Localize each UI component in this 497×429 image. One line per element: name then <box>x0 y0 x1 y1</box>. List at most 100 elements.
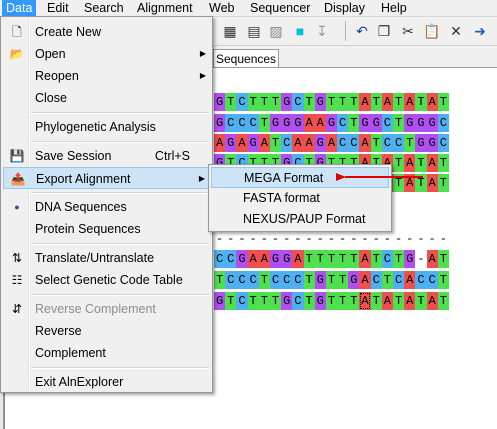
base-cell[interactable]: T <box>325 93 338 111</box>
base-cell[interactable]: C <box>269 271 282 289</box>
menu-item-reopen[interactable]: Reopen ▶ <box>3 65 210 87</box>
base-cell[interactable]: C <box>437 114 449 132</box>
base-cell[interactable]: A <box>359 93 371 111</box>
menu-item-save-session[interactable]: 💾 Save Session Ctrl+S <box>3 145 210 167</box>
base-cell[interactable]: T <box>415 174 427 192</box>
base-cell[interactable]: G <box>314 271 326 289</box>
base-cell[interactable]: T <box>348 93 360 111</box>
arrow-right-icon[interactable]: ➜ <box>469 20 491 42</box>
base-cell[interactable]: G <box>214 114 226 132</box>
base-cell[interactable]: C <box>247 271 259 289</box>
sequence-row[interactable]: TCCCTCCCTGTTGACTCACCT <box>214 271 449 289</box>
base-cell[interactable]: C <box>381 114 393 132</box>
base-cell[interactable]: G <box>236 250 248 268</box>
base-cell[interactable]: G <box>292 114 304 132</box>
base-cell[interactable]: A <box>404 154 416 172</box>
base-cell[interactable]: C <box>426 271 438 289</box>
menu-item-select-genetic-code-table[interactable]: ☷ Select Genetic Code Table <box>3 269 210 291</box>
base-cell[interactable]: G <box>359 114 371 132</box>
base-cell[interactable]: A <box>258 134 270 152</box>
base-cell[interactable]: T <box>437 174 449 192</box>
base-cell[interactable]: A <box>426 93 438 111</box>
base-cell[interactable]: T <box>325 271 338 289</box>
base-cell[interactable]: G <box>247 134 259 152</box>
base-cell[interactable]: G <box>404 250 416 268</box>
base-cell[interactable]: T <box>348 292 360 310</box>
base-cell[interactable]: A <box>247 250 259 268</box>
menu-alignment[interactable]: Alignment <box>133 0 197 16</box>
menu-data[interactable]: Data <box>2 0 37 16</box>
base-cell[interactable]: T <box>348 250 360 268</box>
menu-item-dna-sequences[interactable]: ● DNA Sequences <box>3 196 210 218</box>
base-cell[interactable]: G <box>281 114 293 132</box>
base-cell[interactable]: C <box>393 134 405 152</box>
base-cell[interactable]: A <box>404 93 416 111</box>
menu-item-reverse-complement[interactable]: ⇵ Reverse Complement <box>3 298 210 320</box>
base-cell[interactable]: A <box>359 250 371 268</box>
base-cell[interactable]: T <box>393 93 405 111</box>
base-cell[interactable]: T <box>269 292 282 310</box>
base-cell[interactable]: G <box>314 93 326 111</box>
base-cell[interactable]: C <box>381 134 393 152</box>
base-cell[interactable]: - <box>415 250 427 268</box>
base-cell[interactable]: C <box>214 250 226 268</box>
sequence-row[interactable]: GTCTTTGCTGTTTATATATAT <box>214 93 449 111</box>
paste-icon[interactable]: 📋 <box>421 20 443 42</box>
base-cell[interactable]: G <box>426 114 438 132</box>
undo-icon[interactable]: ↶ <box>351 20 373 42</box>
base-cell[interactable]: C <box>348 134 360 152</box>
align-icon[interactable]: ↧ <box>311 20 333 42</box>
base-cell[interactable]: T <box>437 93 449 111</box>
base-cell[interactable]: G <box>314 134 326 152</box>
base-cell[interactable]: T <box>314 250 326 268</box>
base-cell[interactable]: T <box>370 134 382 152</box>
base-cell[interactable]: T <box>258 271 270 289</box>
base-cell[interactable]: G <box>415 114 427 132</box>
base-cell[interactable]: G <box>370 114 382 132</box>
base-cell[interactable]: A <box>214 134 226 152</box>
base-cell[interactable]: C <box>292 271 304 289</box>
base-cell[interactable]: T <box>370 292 382 310</box>
base-cell[interactable]: T <box>247 93 259 111</box>
grid-icon[interactable]: ▦ <box>219 20 241 42</box>
base-cell[interactable]: T <box>393 114 405 132</box>
sequence-row[interactable]: GTCTTTGCTGTTTATATATAT <box>214 292 449 310</box>
base-cell[interactable]: G <box>314 292 326 310</box>
menu-item-protein-sequences[interactable]: Protein Sequences <box>3 218 210 240</box>
base-cell[interactable]: T <box>337 271 349 289</box>
base-cell[interactable]: T <box>269 134 282 152</box>
base-cell[interactable]: A <box>381 93 393 111</box>
base-cell[interactable]: T <box>337 250 349 268</box>
base-cell[interactable]: G <box>348 271 360 289</box>
base-cell[interactable]: G <box>281 93 293 111</box>
base-cell[interactable]: T <box>370 250 382 268</box>
copy-icon[interactable]: ❐ <box>373 20 395 42</box>
base-cell[interactable]: T <box>437 250 449 268</box>
base-cell[interactable]: C <box>281 271 293 289</box>
gap-row[interactable]: --------------------- <box>214 230 449 248</box>
base-cell[interactable]: A <box>426 174 438 192</box>
base-cell[interactable]: T <box>437 292 449 310</box>
base-cell[interactable]: C <box>225 250 237 268</box>
base-cell[interactable]: C <box>292 93 304 111</box>
base-cell[interactable]: T <box>303 250 315 268</box>
base-cell[interactable]: C <box>225 271 237 289</box>
base-cell[interactable]: T <box>258 93 270 111</box>
delete-icon[interactable]: ✕ <box>445 20 467 42</box>
base-cell[interactable]: G <box>281 250 293 268</box>
disabled-tool-icon[interactable]: ▨ <box>265 20 287 42</box>
base-cell[interactable]: A <box>314 114 326 132</box>
menu-display[interactable]: Display <box>320 0 369 16</box>
base-cell[interactable]: A <box>426 154 438 172</box>
base-cell[interactable]: T <box>325 292 338 310</box>
base-cell[interactable]: A <box>236 134 248 152</box>
menu-item-translate-untranslate[interactable]: ⇅ Translate/Untranslate <box>3 247 210 269</box>
base-cell[interactable]: A <box>303 114 315 132</box>
menu-item-complement[interactable]: Complement <box>3 342 210 364</box>
base-cell[interactable]: A <box>426 250 438 268</box>
base-cell[interactable]: T <box>325 250 338 268</box>
menu-item-reverse[interactable]: Reverse <box>3 320 210 342</box>
menu-sequencer[interactable]: Sequencer <box>246 0 314 16</box>
menu-search[interactable]: Search <box>80 0 128 16</box>
base-cell[interactable]: C <box>337 114 349 132</box>
